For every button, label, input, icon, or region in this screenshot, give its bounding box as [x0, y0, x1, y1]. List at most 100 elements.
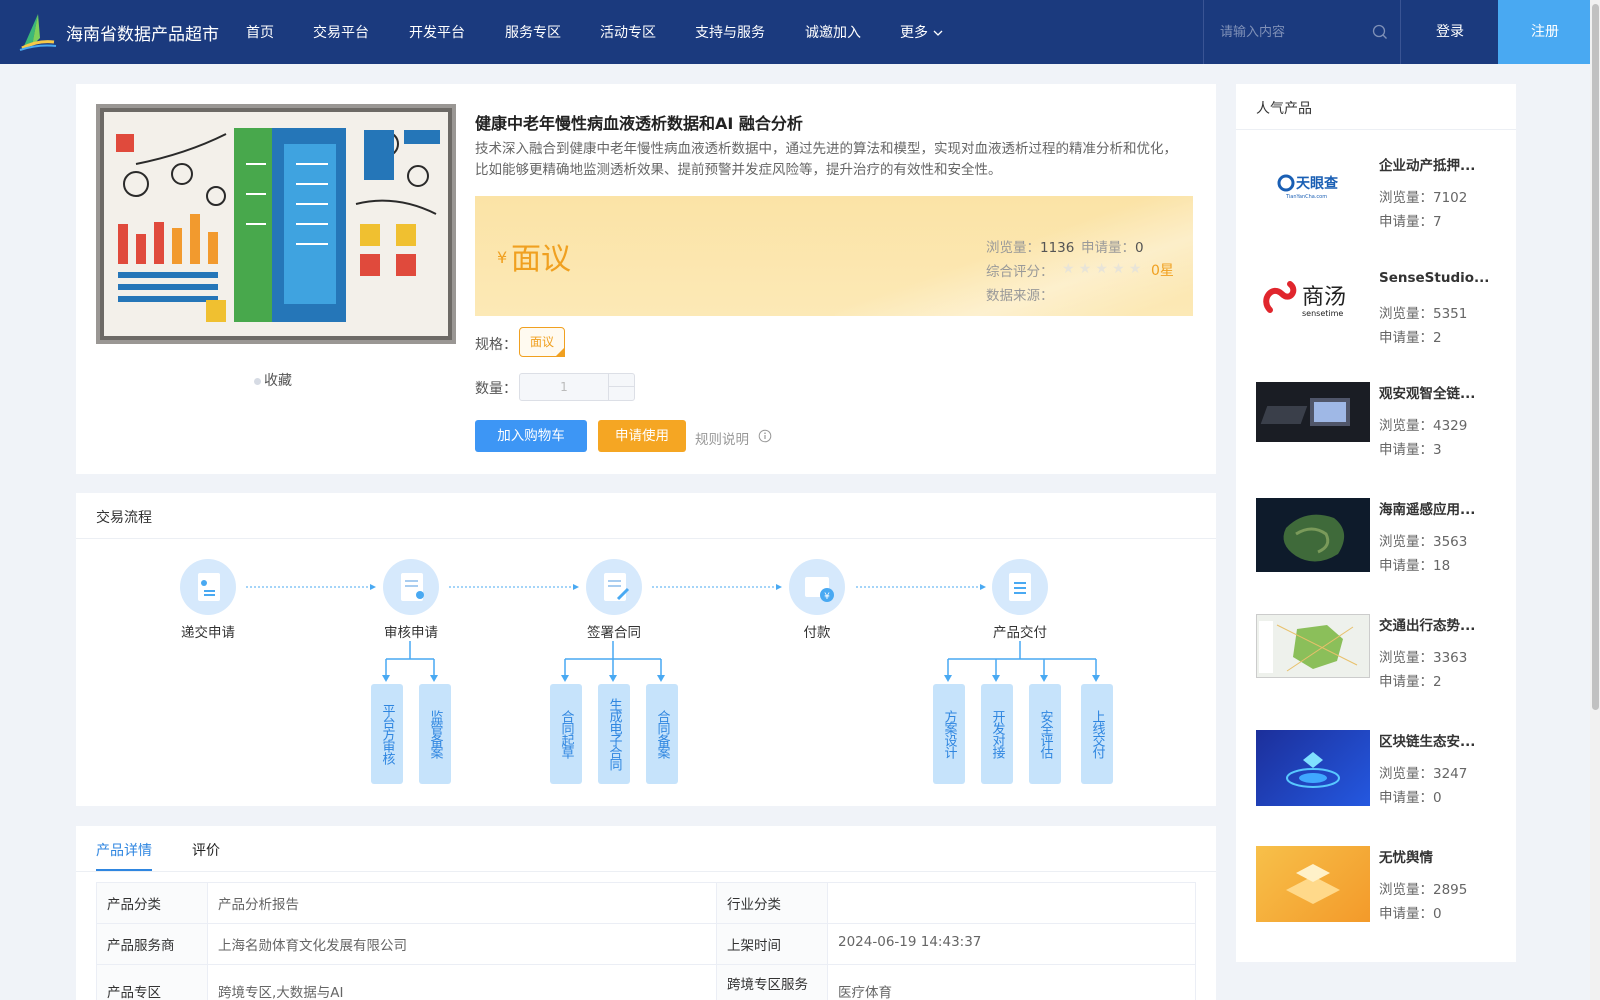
nav-dev-platform[interactable]: 开发平台 [409, 22, 465, 42]
popular-thumb-blockchain [1256, 730, 1370, 806]
favorite-label: 收藏 [264, 373, 292, 389]
info-icon[interactable] [758, 429, 772, 443]
popular-item-name: SenseStudio... [1379, 270, 1490, 286]
popular-item[interactable]: 海南遥感应用... 浏览量：3563 申请量：18 [1256, 498, 1511, 584]
tab-reviews[interactable]: 评价 [192, 840, 220, 860]
popular-applies-label: 申请量： [1379, 674, 1433, 690]
detail-key: 产品分类 [96, 882, 208, 924]
tab-product-details[interactable]: 产品详情 [96, 840, 152, 860]
popular-item-name: 无忧舆情 [1379, 850, 1433, 866]
search-icon[interactable] [1372, 24, 1388, 40]
nav-support[interactable]: 支持与服务 [695, 22, 765, 42]
nav-trading-platform[interactable]: 交易平台 [313, 22, 369, 42]
login-button[interactable]: 登录 [1402, 0, 1498, 64]
sensetime-logo-text: 商汤 [1302, 285, 1346, 310]
nav-service-zone[interactable]: 服务专区 [505, 22, 561, 42]
product-card: 收藏 健康中老年慢性病血液透析数据和AI 融合分析 技术深入融合到健康中老年慢性… [76, 84, 1216, 474]
detail-value: 跨境专区,大数据与AI [207, 964, 717, 1000]
popular-applies-value: 18 [1433, 558, 1451, 574]
popular-views-value: 7102 [1433, 190, 1468, 206]
product-image [96, 104, 456, 344]
popular-applies-value: 3 [1433, 442, 1442, 458]
detail-value: 产品分析报告 [207, 882, 717, 924]
apply-use-button[interactable]: 申请使用 [598, 420, 686, 452]
views-value: 1136 [1040, 240, 1075, 256]
quantity-label: 数量： [475, 381, 517, 397]
star-icon: ★ [1128, 261, 1142, 277]
popular-views-value: 4329 [1433, 418, 1468, 434]
review-application-step-icon [383, 559, 439, 615]
product-title: 健康中老年慢性病血液透析数据和AI 融合分析 [475, 114, 803, 133]
popular-views-label: 浏览量： [1379, 418, 1433, 434]
popular-item-views: 浏览量：3363 [1379, 646, 1467, 666]
flow-substep-box: 平台方审核 [371, 684, 403, 784]
popular-views-label: 浏览量： [1379, 190, 1433, 206]
svg-text:¥: ¥ [824, 592, 830, 602]
favorite-button[interactable]: 收藏 [254, 370, 292, 390]
popular-item-views: 浏览量：2895 [1379, 878, 1467, 898]
popular-views-label: 浏览量： [1379, 534, 1433, 550]
flow-substep-box: 安全评估 [1029, 684, 1061, 784]
quantity-stepper [519, 373, 635, 401]
popular-item[interactable]: 观安观智全链... 浏览量：4329 申请量：3 [1256, 382, 1511, 468]
popular-item[interactable]: 交通出行态势... 浏览量：3363 申请量：2 [1256, 614, 1511, 700]
popular-applies-label: 申请量： [1379, 558, 1433, 574]
popular-thumb-sensetime: 商汤 sensetime [1256, 270, 1370, 330]
detail-key: 产品专区 [96, 964, 208, 1000]
popular-item-applies: 申请量：2 [1379, 670, 1442, 690]
popular-thumb-opinion [1256, 846, 1370, 922]
popular-item-name: 区块链生态安... [1379, 734, 1476, 750]
spec-option[interactable]: 面议 [519, 327, 565, 357]
popular-views-value: 5351 [1433, 306, 1468, 322]
tianyancha-logo-subtext: TianYanCha.com [1285, 194, 1327, 200]
popular-item[interactable]: 区块链生态安... 浏览量：3247 申请量：0 [1256, 730, 1511, 816]
quantity-input[interactable] [520, 374, 608, 400]
nav-home[interactable]: 首页 [246, 22, 274, 42]
nav-join[interactable]: 诚邀加入 [805, 22, 861, 42]
flow-substep-box: 方案设计 [933, 684, 965, 784]
applies-label: 申请量： [1081, 240, 1135, 256]
flow-substep-box: 合同备案 [646, 684, 678, 784]
page-scrollbar-thumb[interactable] [1592, 4, 1599, 710]
popular-item-applies: 申请量：0 [1379, 902, 1442, 922]
popular-applies-value: 0 [1433, 906, 1442, 922]
nav-activity-zone[interactable]: 活动专区 [600, 22, 656, 42]
popular-views-label: 浏览量： [1379, 306, 1433, 322]
star-icon: ★ [1078, 261, 1092, 277]
site-logo-icon[interactable] [18, 12, 58, 52]
rules-link[interactable]: 规则说明 [695, 428, 749, 448]
popular-views-label: 浏览量： [1379, 882, 1433, 898]
nav-more[interactable]: 更多 [900, 22, 944, 42]
flow-substep-box: 开发对接 [981, 684, 1013, 784]
flow-substep-box: 监管备案 [419, 684, 451, 784]
site-title[interactable]: 海南省数据产品超市 [66, 20, 219, 45]
product-illustration [100, 108, 452, 340]
register-button[interactable]: 注册 [1498, 0, 1592, 64]
product-description: 技术深入融合到健康中老年慢性病血液透析数据中，通过先进的算法和模型，实现对血液透… [475, 141, 1177, 178]
popular-item[interactable]: 商汤 sensetime SenseStudio... 浏览量：5351 申请量… [1256, 270, 1511, 356]
popular-applies-value: 0 [1433, 790, 1442, 806]
search-input[interactable] [1220, 22, 1370, 42]
sensetime-logo-subtext: sensetime [1302, 309, 1343, 318]
spec-option-label: 面议 [529, 335, 554, 349]
search-box [1203, 0, 1401, 64]
active-tab-indicator [96, 869, 152, 871]
detail-key: 跨境专区服务 [716, 964, 828, 1000]
detail-value: 上海名勋体育文化发展有限公司 [207, 923, 717, 965]
rating-label: 综合评分： [986, 264, 1054, 280]
star-icon: ★ [1112, 261, 1125, 277]
popular-views-value: 3363 [1433, 650, 1468, 666]
popular-applies-value: 7 [1433, 214, 1442, 230]
sign-contract-step-icon [586, 559, 642, 615]
applies-stat: 申请量：0 [1081, 236, 1144, 256]
popular-views-value: 2895 [1433, 882, 1468, 898]
payment-step-icon: ¥ [789, 559, 845, 615]
popular-applies-label: 申请量： [1379, 442, 1433, 458]
add-to-cart-button[interactable]: 加入购物车 [475, 420, 587, 452]
quantity-increase-button[interactable] [608, 374, 634, 387]
popular-item[interactable]: 无忧舆情 浏览量：2895 申请量：0 [1256, 846, 1511, 932]
popular-item[interactable]: 天眼查 TianYanCha.com 企业动产抵押... 浏览量：7102 申请… [1256, 154, 1511, 240]
quantity-decrease-button[interactable] [608, 387, 634, 400]
submit-application-step-icon [180, 559, 236, 615]
price-value: 面议 [511, 242, 571, 277]
